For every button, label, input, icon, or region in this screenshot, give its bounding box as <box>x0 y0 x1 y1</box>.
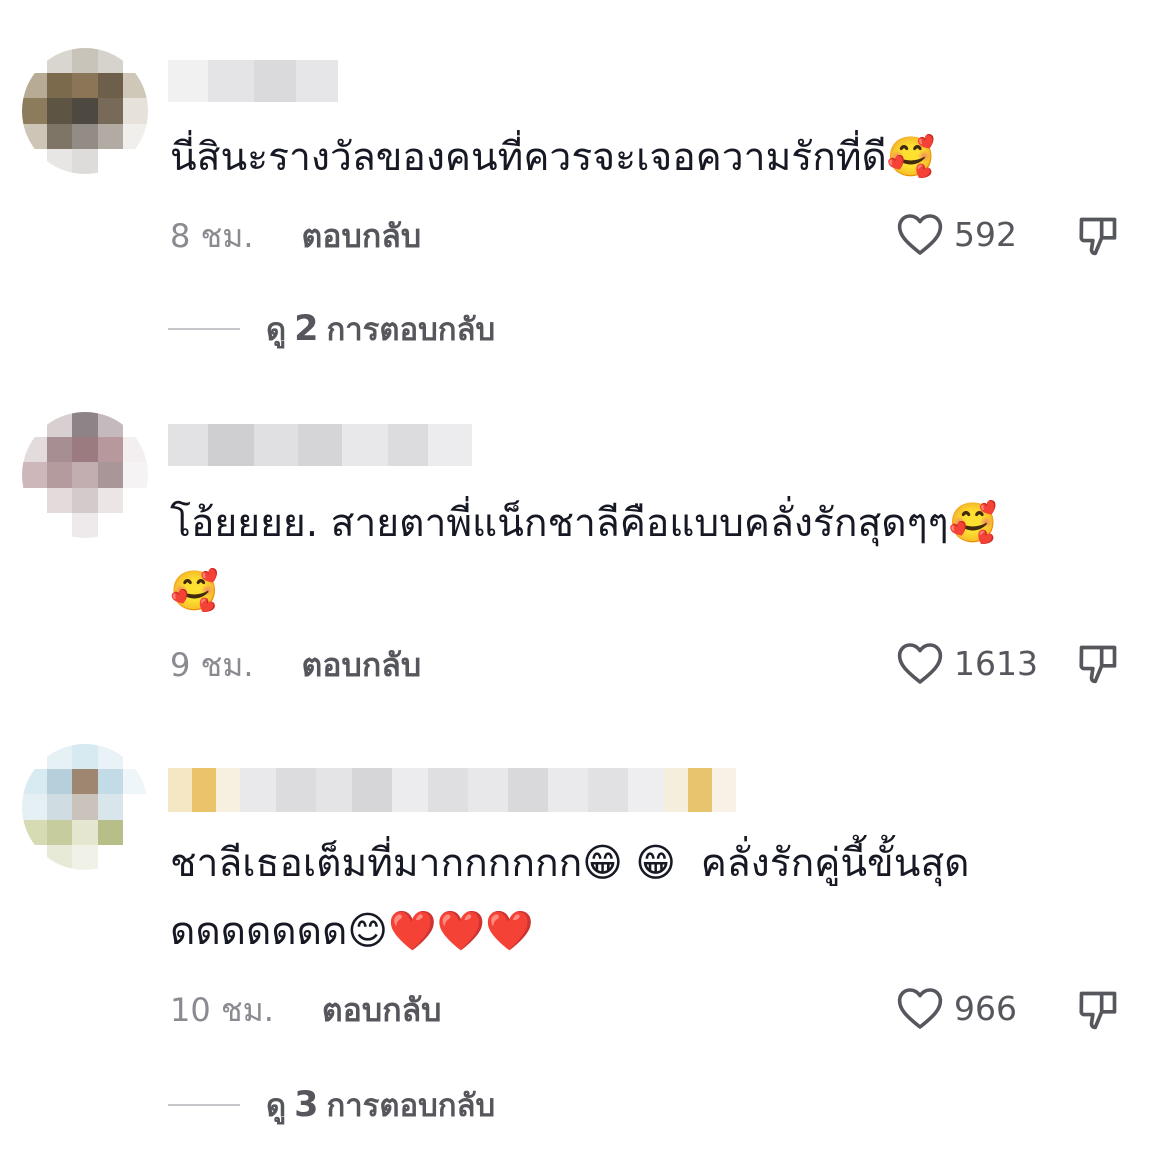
divider <box>168 1104 240 1106</box>
reply-button[interactable]: ตอบกลับ <box>302 216 422 256</box>
comment-text: นี่สินะรางวัลของคนที่ควรจะเจอความรักที่ด… <box>170 135 936 180</box>
like-button[interactable]: 966 <box>896 986 1017 1030</box>
like-button[interactable]: 1613 <box>896 641 1038 685</box>
avatar[interactable] <box>22 744 148 870</box>
like-button[interactable]: 592 <box>896 212 1017 256</box>
avatar[interactable] <box>22 48 148 174</box>
comment-time: 9 ชม. <box>170 646 254 684</box>
reply-button[interactable]: ตอบกลับ <box>302 645 422 685</box>
comment-text: โอ้ยยยย. สายตาพี่แน็กชาลีคือแบบคลั่งรักส… <box>170 501 998 614</box>
view-replies-prefix: ดู <box>266 1088 287 1124</box>
username-blurred[interactable] <box>168 60 338 102</box>
view-replies-button[interactable]: ดู 2 การตอบกลับ <box>168 304 495 354</box>
view-replies-count: 3 <box>294 1085 319 1125</box>
reply-button[interactable]: ตอบกลับ <box>322 990 442 1030</box>
comment-text: ชาลีเธอเต็มที่มากกกกกก😁 😁 คลั่งรักคู่นี้… <box>170 841 970 954</box>
username-blurred[interactable] <box>168 768 736 812</box>
like-count: 592 <box>954 214 1017 254</box>
avatar[interactable] <box>22 412 148 538</box>
view-replies-suffix: การตอบกลับ <box>326 1088 496 1124</box>
thumbs-down-icon[interactable] <box>1076 642 1120 686</box>
comment-time: 8 ชม. <box>170 217 254 255</box>
like-count: 1613 <box>954 643 1038 683</box>
heart-outline-icon <box>897 643 943 684</box>
like-count: 966 <box>954 988 1017 1028</box>
comment-meta: 8 ชม. ตอบกลับ <box>170 216 421 256</box>
username-blurred[interactable] <box>168 424 472 466</box>
comment-time: 10 ชม. <box>170 991 274 1029</box>
thumbs-down-icon[interactable] <box>1076 214 1120 258</box>
view-replies-button[interactable]: ดู 3 การตอบกลับ <box>168 1080 495 1130</box>
view-replies-prefix: ดู <box>266 312 287 348</box>
heart-outline-icon <box>897 214 943 255</box>
heart-outline-icon <box>897 988 943 1029</box>
view-replies-count: 2 <box>294 309 319 349</box>
comment-meta: 9 ชม. ตอบกลับ <box>170 645 421 685</box>
comment-meta: 10 ชม. ตอบกลับ <box>170 990 441 1030</box>
view-replies-suffix: การตอบกลับ <box>326 312 496 348</box>
divider <box>168 328 240 330</box>
thumbs-down-icon[interactable] <box>1076 988 1120 1032</box>
